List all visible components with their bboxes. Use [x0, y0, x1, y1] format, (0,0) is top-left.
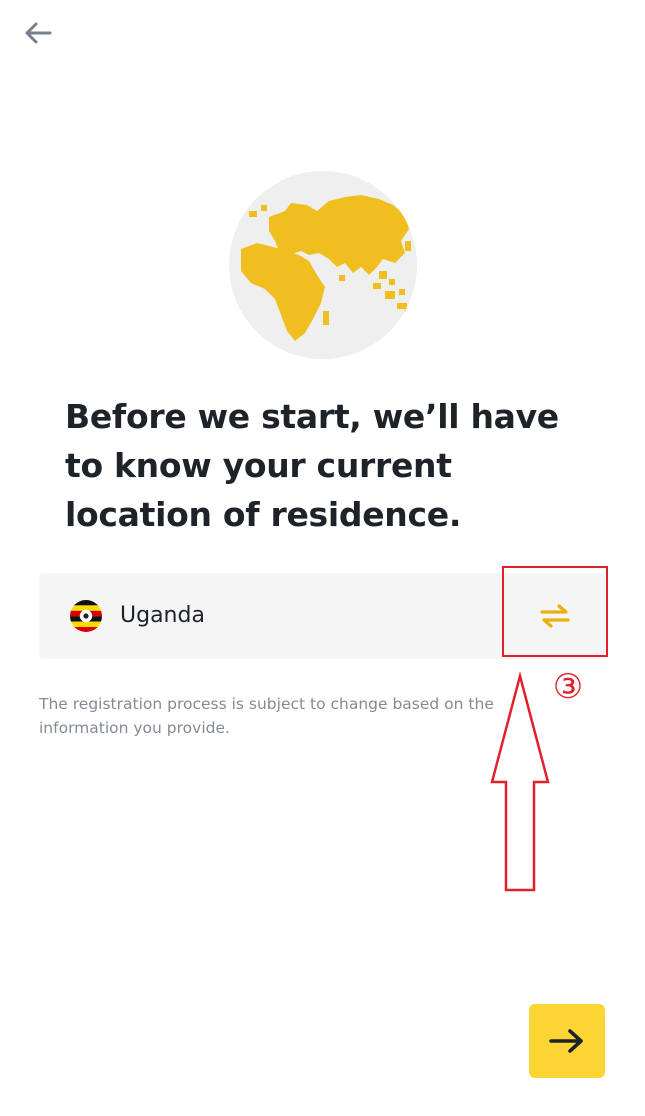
country-name: Uganda: [120, 603, 205, 628]
annotation-step-label: ③: [552, 667, 584, 707]
disclaimer-text: The registration process is subject to c…: [39, 695, 494, 737]
arrow-left-icon: [25, 22, 52, 44]
globe-icon: [229, 171, 417, 359]
uganda-flag-icon: [70, 600, 102, 632]
globe-illustration: [229, 171, 417, 359]
page-title: Before we start, we’ll have to know your…: [65, 397, 559, 534]
arrow-right-icon: [549, 1029, 583, 1053]
next-button[interactable]: [529, 1004, 605, 1078]
back-button[interactable]: [20, 18, 56, 48]
annotation-highlight-box: [502, 566, 608, 657]
annotation-arrow-icon: [490, 672, 550, 892]
